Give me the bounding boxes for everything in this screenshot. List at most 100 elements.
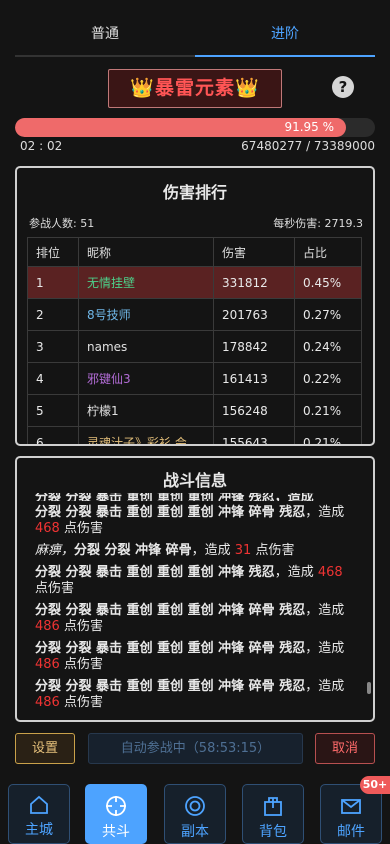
rank-cell: 3	[27, 330, 79, 363]
mail-badge: 50+	[360, 776, 390, 794]
bag-icon	[264, 797, 282, 816]
crosshair-icon	[106, 796, 126, 816]
battle-log[interactable]: 分裂 分裂 暴击 重创 重创 重创 冲锋 残忍，造成 分裂 分裂 暴击 重创 重…	[17, 493, 373, 711]
tab-normal[interactable]: 普通	[15, 0, 195, 57]
nav-label: 邮件	[337, 824, 365, 840]
table-row: 2 8号技师 201763 0.27%	[27, 298, 362, 331]
nav-dungeon[interactable]: 副本	[164, 784, 226, 844]
player-name: 邪键仙3	[78, 362, 214, 395]
log-entry: 分裂 分裂 暴击 重创 重创 重创 冲锋 碎骨 残忍，造成 468 点伤害	[35, 505, 359, 537]
log-entry: 分裂 分裂 暴击 重创 重创 重创 冲锋 碎骨 残忍，造成 486 点伤害	[35, 641, 359, 673]
nav-co-op[interactable]: 共斗	[85, 784, 147, 844]
nav-bag[interactable]: 背包	[242, 784, 304, 844]
log-skills: 分裂 分裂 冲锋 碎骨	[74, 543, 192, 558]
damage-cell: 161413	[213, 362, 295, 395]
log-status: 麻痹，	[35, 543, 75, 558]
nav-main-city[interactable]: 主城	[8, 784, 70, 844]
share-cell: 0.27%	[294, 298, 362, 331]
share-cell: 0.21%	[294, 426, 362, 444]
table-row: 1 无情挂壁 331812 0.45%	[27, 266, 362, 299]
rank-cell: 1	[27, 266, 79, 299]
log-damage: 486	[35, 695, 60, 710]
damage-cell: 156248	[213, 394, 295, 427]
log-skills: 分裂 分裂 暴击 重创 重创 重创 冲锋 残忍	[35, 565, 275, 580]
col-share: 占比	[294, 237, 362, 267]
player-name: 灵魂汁子》彩衫 会	[78, 426, 214, 444]
log-skills: 分裂 分裂 暴击 重创 重创 重创 冲锋 碎骨 残忍	[35, 641, 306, 656]
ranking-title: 伤害排行	[162, 183, 227, 202]
log-entry: 分裂 分裂 暴击 重创 重创 重创 冲锋 残忍，造成 468 点伤害	[35, 565, 359, 597]
auto-battle-button[interactable]: 自动参战中（58:53:15）	[88, 733, 303, 764]
log-skills: 分裂 分裂 暴击 重创 重创 重创 冲锋 碎骨 残忍	[35, 679, 306, 694]
table-row: 6 灵魂汁子》彩衫 会 155643 0.21%	[27, 426, 362, 444]
log-text: 点伤害	[63, 619, 103, 634]
boss-hp-percent: 91.95 %	[284, 120, 335, 134]
lifebuoy-icon	[185, 796, 205, 816]
player-name: 柠檬1	[78, 394, 214, 427]
log-skills: 分裂 分裂 暴击 重创 重创 重创 冲锋 碎骨 残忍	[35, 603, 306, 618]
log-damage: 31	[234, 543, 252, 558]
log-text: 点伤害	[63, 695, 103, 710]
col-rank: 排位	[27, 237, 79, 267]
log-text: 点伤害	[35, 581, 75, 596]
battle-title: 战斗信息	[162, 471, 227, 490]
player-name: names	[78, 330, 214, 363]
mode-tabs: 普通 进阶	[15, 0, 375, 57]
player-name: 8号技师	[78, 298, 214, 331]
damage-per-second: 每秒伤害: 2719.3	[273, 217, 363, 230]
ranking-table: 排位 昵称 伤害 占比 1 无情挂壁 331812 0.45% 2 8号技师 201763 0…	[27, 237, 362, 444]
log-entry: 分裂 分裂 暴击 重创 重创 重创 冲锋 碎骨 残忍，造成 486 点伤害	[35, 679, 359, 711]
bottom-nav: 主城 共斗 副本 背包 邮件	[0, 784, 390, 844]
log-entry: 麻痹，分裂 分裂 冲锋 碎骨，造成 31 点伤害	[35, 543, 359, 559]
ranking-meta: 参战人数: 51 每秒伤害: 2719.3	[17, 215, 373, 231]
log-text: ，造成	[274, 565, 314, 580]
log-text: 点伤害	[63, 521, 103, 536]
rank-cell: 5	[27, 394, 79, 427]
rank-cell: 2	[27, 298, 79, 331]
help-icon[interactable]: ?	[332, 76, 354, 98]
log-skills: 分裂 分裂 暴击 重创 重创 重创 冲锋 碎骨 残忍	[35, 505, 306, 520]
rank-cell: 4	[27, 362, 79, 395]
share-cell: 0.21%	[294, 394, 362, 427]
share-cell: 0.24%	[294, 330, 362, 363]
log-text: ，造成	[305, 641, 345, 656]
table-row: 4 邪键仙3 161413 0.22%	[27, 362, 362, 395]
log-damage: 486	[35, 619, 60, 634]
nav-label: 主城	[25, 822, 53, 838]
damage-cell: 178842	[213, 330, 295, 363]
log-text: ，造成	[191, 543, 231, 558]
home-icon	[30, 795, 48, 814]
table-row: 3 names 178842 0.24%	[27, 330, 362, 363]
cancel-button[interactable]: 取消	[315, 733, 375, 764]
nav-label: 背包	[259, 824, 287, 840]
participant-count: 参战人数: 51	[29, 217, 95, 230]
log-text: ，造成	[305, 679, 345, 694]
nav-label: 副本	[181, 824, 209, 840]
settings-button[interactable]: 设置	[15, 733, 75, 764]
log-text: ，造成	[305, 505, 345, 520]
log-entry: 分裂 分裂 暴击 重创 重创 重创 冲锋 碎骨 残忍，造成 486 点伤害	[35, 603, 359, 635]
boss-hp-bar: 91.95 %	[15, 118, 375, 137]
log-damage: 468	[35, 521, 60, 536]
tab-advanced[interactable]: 进阶	[195, 0, 375, 57]
log-damage: 468	[317, 565, 343, 580]
log-text: ，造成	[305, 603, 345, 618]
share-cell: 0.45%	[294, 266, 362, 299]
log-entry-partial: 分裂 分裂 暴击 重创 重创 重创 冲锋 残忍，造成	[35, 493, 314, 501]
col-name: 昵称	[78, 237, 214, 267]
boss-name: 👑暴雷元素👑	[108, 69, 282, 108]
damage-ranking-panel: 伤害排行 参战人数: 51 每秒伤害: 2719.3 排位 昵称 伤害 占比 1…	[15, 166, 375, 446]
damage-cell: 155643	[213, 426, 295, 444]
fight-timer: 02 : 02	[20, 139, 63, 153]
rank-cell: 6	[27, 426, 79, 444]
log-text: 点伤害	[63, 657, 103, 672]
mail-icon	[341, 799, 361, 814]
col-damage: 伤害	[213, 237, 295, 267]
log-scrollbar[interactable]	[367, 682, 371, 694]
damage-cell: 201763	[213, 298, 295, 331]
ranking-header-row: 排位 昵称 伤害 占比	[27, 237, 362, 267]
nav-label: 共斗	[102, 824, 130, 840]
boss-hp-info: 02 : 02 67480277 / 73389000	[20, 139, 375, 153]
battle-log-panel: 战斗信息 分裂 分裂 暴击 重创 重创 重创 冲锋 残忍，造成 分裂 分裂 暴击…	[15, 456, 375, 722]
share-cell: 0.22%	[294, 362, 362, 395]
